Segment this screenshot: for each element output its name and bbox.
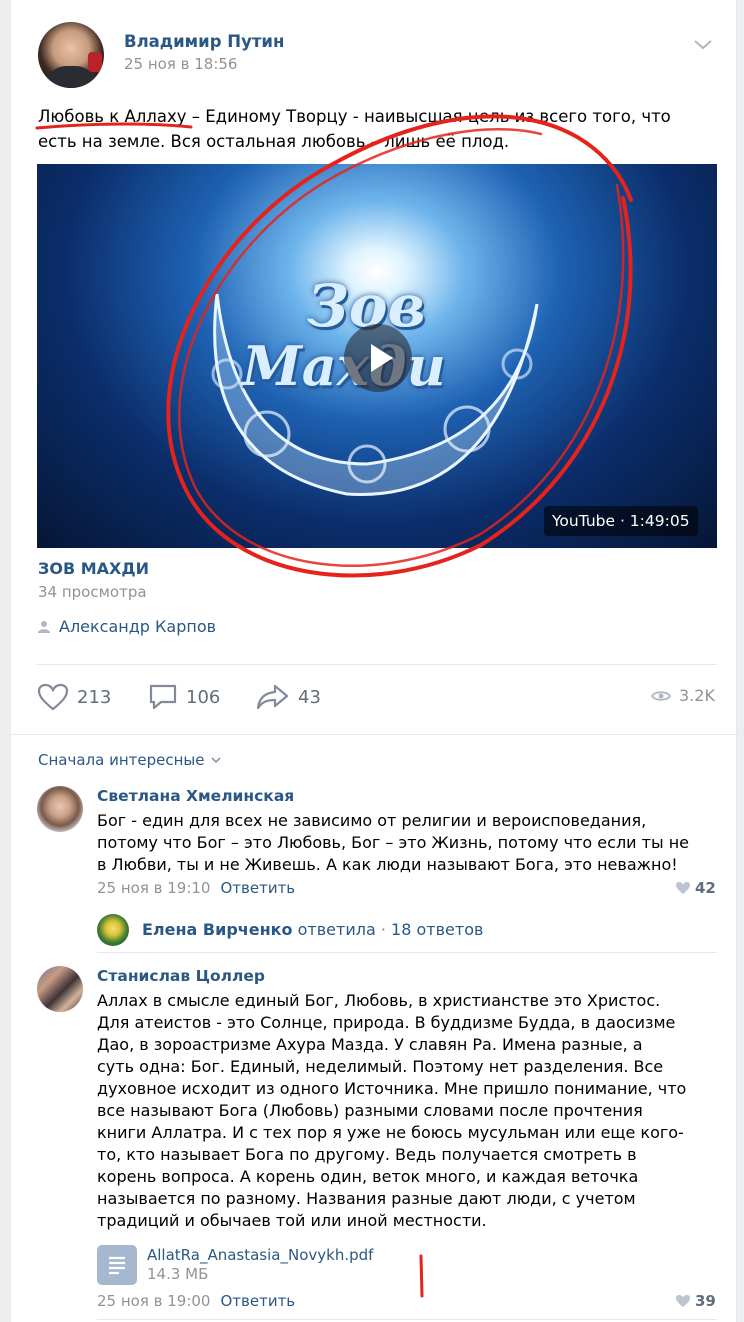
video-views: 34 просмотра <box>38 583 147 601</box>
comment-date[interactable]: 25 ноя в 19:10 <box>97 879 210 897</box>
comment-text-line: в Любви, ты и не Живешь. А как люди назы… <box>97 855 678 874</box>
comment-like-button[interactable]: 42 <box>675 879 716 897</box>
reply-button[interactable]: Ответить <box>220 879 295 897</box>
play-icon <box>371 344 393 372</box>
reply-author-avatar[interactable] <box>97 914 129 946</box>
share-count: 43 <box>298 686 321 708</box>
comment-like-button[interactable]: 39 <box>675 1292 716 1310</box>
chevron-down-icon <box>211 757 222 764</box>
signer[interactable]: Александр Карпов <box>37 617 216 636</box>
reply-author-name[interactable]: Елена Вирченко <box>142 920 293 939</box>
comment-like-count: 39 <box>695 1292 716 1310</box>
eye-icon <box>651 690 671 701</box>
share-icon <box>256 684 289 710</box>
reply-action: ответила <box>297 920 376 939</box>
commenter-avatar[interactable] <box>37 786 83 832</box>
comment-divider <box>97 952 717 953</box>
attachment-size: 14.3 МБ <box>147 1265 209 1283</box>
post-date[interactable]: 25 ноя в 18:56 <box>124 55 237 73</box>
comment-text-line: потому что Бог – это Любовь, Бог – это Ж… <box>97 833 689 852</box>
attachment-file[interactable]: AllatRa_Anastasia_Novykh.pdf 14.3 МБ <box>97 1245 373 1285</box>
post-author-name[interactable]: Владимир Путин <box>124 32 284 51</box>
views-counter: 3.2K <box>651 686 715 705</box>
reply-count[interactable]: 18 ответов <box>391 920 483 939</box>
reply-button[interactable]: Ответить <box>220 1292 295 1310</box>
comment-text-line: Для атеистов - это Солнце, природа. В бу… <box>97 1013 676 1032</box>
comment-count: 106 <box>186 686 221 708</box>
views-count: 3.2K <box>679 686 715 705</box>
comment-button[interactable]: 106 <box>148 683 220 711</box>
comment-text-line: корень вопроса. А корень один, веток мно… <box>97 1167 639 1186</box>
like-button[interactable]: 213 <box>37 683 111 711</box>
comment-text-line: называется по разному. Названия разные д… <box>97 1189 636 1208</box>
post-text-line-1: Любовь к Аллаху – Единому Творцу - наивы… <box>38 107 671 126</box>
post-author-avatar[interactable] <box>38 22 104 88</box>
comment-icon <box>149 684 177 710</box>
comment-text-line: Аллах в смысле единый Бог, Любовь, в хри… <box>97 991 661 1010</box>
chevron-down-icon[interactable] <box>693 36 713 55</box>
comment-meta: 25 ноя в 19:00 Ответить <box>97 1292 295 1310</box>
bottom-divider <box>97 1319 717 1320</box>
reply-thread-link[interactable]: Елена Вирченко ответила · 18 ответов <box>142 920 483 939</box>
section-divider <box>11 734 738 735</box>
comment-author[interactable]: Станислав Цоллер <box>97 967 265 985</box>
video-title[interactable]: ЗОВ МАХДИ <box>38 559 149 578</box>
comment-author[interactable]: Светлана Хмелинская <box>97 787 294 805</box>
comment-text-line: Дао, в зороастризме Ахура Мазда. У славя… <box>97 1035 643 1054</box>
comment-like-count: 42 <box>695 879 716 897</box>
comment-text-line: то, кто называет Бога по другому. Ведь п… <box>97 1145 637 1164</box>
comment-meta: 25 ноя в 19:10 Ответить <box>97 879 295 897</box>
signer-name[interactable]: Александр Карпов <box>59 617 216 636</box>
video-preview[interactable]: Зов Махди YouTube · 1:49:05 <box>37 164 717 548</box>
sort-label: Сначала интересные <box>38 751 205 769</box>
heart-icon <box>676 882 690 894</box>
comment-date[interactable]: 25 ноя в 19:00 <box>97 1292 210 1310</box>
document-icon <box>97 1245 137 1285</box>
post-text-line-2: есть на земле. Вся остальная любовь – ли… <box>38 132 510 151</box>
comment-text-line: все называют Бога (Любовь) разными слова… <box>97 1101 643 1120</box>
divider <box>37 664 717 665</box>
comment-text-line: Бог - един для всех не зависимо от религ… <box>97 811 647 830</box>
post-card: Владимир Путин 25 ноя в 18:56 Любовь к А… <box>10 0 738 1322</box>
video-duration-badge: YouTube · 1:49:05 <box>544 506 698 536</box>
user-icon <box>38 620 50 633</box>
attachment-name[interactable]: AllatRa_Anastasia_Novykh.pdf <box>147 1245 373 1265</box>
comment-text-line: духовное исходит из одного Источника. Мн… <box>97 1079 687 1098</box>
comment-text-line: книги Аллатра. И с тех пор я уже не боюс… <box>97 1123 684 1142</box>
like-count: 213 <box>77 686 112 708</box>
share-button[interactable]: 43 <box>256 683 321 711</box>
thread-separator: · <box>380 920 386 939</box>
comment-text-line: суть одна: Бог. Единый, неделимый. Поэто… <box>97 1057 664 1076</box>
heart-icon <box>676 1295 690 1307</box>
comments-sort-dropdown[interactable]: Сначала интересные <box>38 751 222 769</box>
commenter-avatar[interactable] <box>37 966 83 1012</box>
comment-text-line: традиций и обычаев той или иной местност… <box>97 1211 487 1230</box>
video-play-button[interactable] <box>344 324 412 392</box>
heart-icon <box>37 683 69 711</box>
